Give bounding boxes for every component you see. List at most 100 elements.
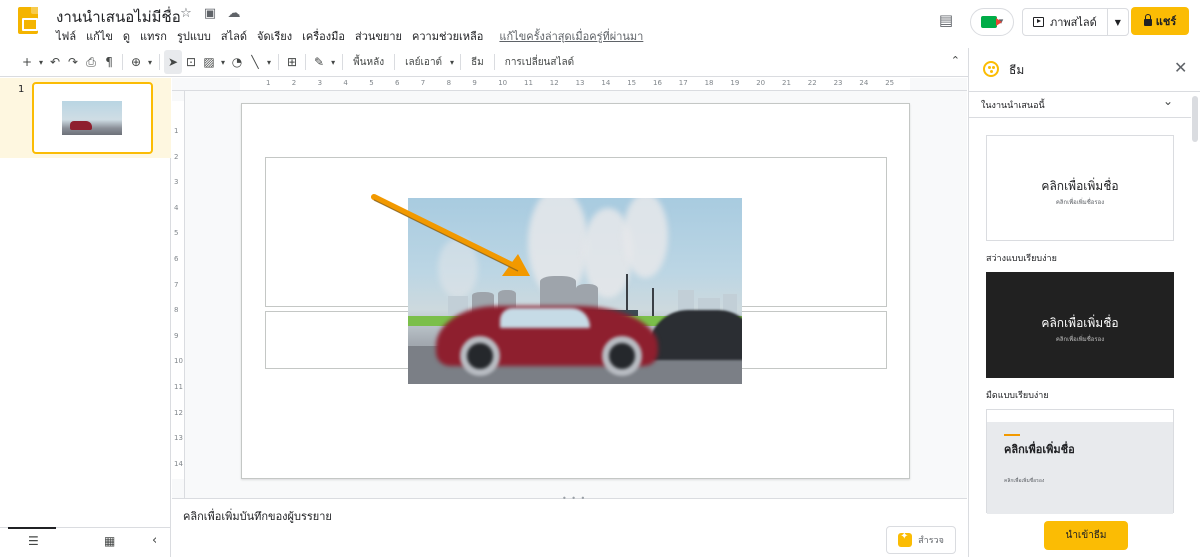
document-title[interactable]: งานนำเสนอไม่มีชื่อ: [56, 5, 181, 29]
toolbar-divider: [394, 54, 396, 70]
menu-arrange[interactable]: จัดเรียง: [252, 27, 297, 45]
panel-scrollbar[interactable]: [1192, 96, 1198, 142]
ruler-tick-label: 7: [420, 79, 426, 87]
layout-button[interactable]: เลย์เอาต์: [399, 50, 448, 74]
background-button[interactable]: พื้นหลัง: [347, 50, 390, 74]
grid-view-icon[interactable]: ▦: [104, 534, 115, 548]
ruler-tick-label: 20: [756, 79, 766, 87]
theme-simple-dark[interactable]: คลิกเพื่อเพิ่มชื่อ คลิกเพื่อเพิ่มชื่อรอง: [986, 272, 1174, 378]
zoom-icon[interactable]: ⊕: [127, 50, 145, 74]
comment-history-icon[interactable]: ▤: [935, 9, 957, 31]
menu-tools[interactable]: เครื่องมือ: [297, 27, 350, 45]
line-icon[interactable]: ╲: [246, 50, 264, 74]
ruler-tick-label: 17: [678, 79, 688, 87]
menu-file[interactable]: ไฟล์: [56, 27, 81, 45]
slide-canvas-area: 1 2 3 4 5 6 7 8 9 10 11 12 13 14 15 16 17 18 19 20 21 22 23 24 2…: [172, 78, 967, 498]
ruler-tick-label: 14: [601, 79, 611, 87]
theme-preview-title: คลิกเพื่อเพิ่มชื่อ: [1041, 316, 1119, 330]
ruler-tick-label: 6: [395, 79, 400, 87]
ruler-tick-label: 10: [174, 357, 183, 366]
slide-canvas[interactable]: [241, 103, 910, 479]
new-slide-icon[interactable]: +: [18, 50, 36, 74]
ruler-tick-label: 9: [472, 79, 477, 87]
slideshow-button-group: ภาพสไลด์ ▼: [1022, 8, 1129, 36]
orange-arrow-annotation[interactable]: [342, 194, 532, 304]
theme-accent-bar: [1004, 434, 1020, 436]
theme-section-label[interactable]: ในงานนำเสนอนี้: [981, 98, 1045, 112]
redo-icon[interactable]: ↷: [64, 50, 82, 74]
filmstrip-view-icon[interactable]: ☰: [8, 527, 56, 548]
meet-button[interactable]: ▾: [970, 8, 1014, 36]
collapse-panel-icon[interactable]: ‹: [152, 533, 157, 548]
present-icon: [1033, 17, 1044, 27]
slideshow-button[interactable]: ภาพสไลด์: [1023, 9, 1108, 35]
share-button[interactable]: แชร์: [1131, 7, 1189, 35]
ruler-tick-label: 1: [174, 127, 179, 135]
undo-icon[interactable]: ↶: [46, 50, 64, 74]
add-comment-icon[interactable]: ⊞: [283, 50, 301, 74]
menu-view[interactable]: ดู: [118, 27, 135, 45]
border-color-icon[interactable]: ✎: [310, 50, 328, 74]
ruler-tick-label: 2: [174, 152, 179, 161]
explore-button[interactable]: สำรวจ: [886, 526, 956, 554]
title-actions: ☆ ▣ ☁: [178, 6, 242, 21]
paint-format-icon[interactable]: ¶: [100, 50, 118, 74]
import-theme-button[interactable]: นำเข้าธีม: [1044, 521, 1128, 550]
chevron-down-icon[interactable]: ⌄: [1163, 94, 1173, 108]
panel-divider: [969, 117, 1191, 118]
menu-insert[interactable]: แทรก: [135, 27, 172, 45]
theme-simple-light[interactable]: คลิกเพื่อเพิ่มชื่อ คลิกเพื่อเพิ่มชื่อรอง: [986, 135, 1174, 241]
theme-button[interactable]: ธีม: [465, 50, 490, 74]
ruler-tick-label: 12: [549, 79, 559, 87]
speaker-notes-placeholder[interactable]: คลิกเพื่อเพิ่มบันทึกของผู้บรรยาย: [183, 507, 332, 525]
print-icon[interactable]: ⎙: [82, 50, 100, 74]
panel-divider: [969, 91, 1200, 92]
select-cursor-icon[interactable]: ➤: [164, 50, 183, 74]
car-wheel: [602, 336, 642, 376]
menu-extensions[interactable]: ส่วนขยาย: [350, 27, 407, 45]
speaker-notes[interactable]: • • • คลิกเพื่อเพิ่มบันทึกของผู้บรรยาย ส…: [172, 494, 967, 557]
ruler-tick-label: 25: [885, 79, 895, 87]
toolbar-divider: [460, 54, 462, 70]
menu-slide[interactable]: สไลด์: [216, 27, 252, 45]
slides-logo-icon[interactable]: [18, 7, 38, 34]
filmstrip-footer: ☰ ▦ ‹: [0, 527, 171, 557]
theme-preview-title: คลิกเพื่อเพิ่มชื่อ: [1041, 179, 1119, 193]
shape-icon[interactable]: ◔: [228, 50, 246, 74]
toolbar-divider: [493, 54, 495, 70]
transition-button[interactable]: การเปลี่ยนสไลด์: [499, 50, 580, 74]
toolbar-border: [0, 76, 968, 77]
theme-streamline[interactable]: คลิกเพื่อเพิ่มชื่อ คลิกเพื่อเพิ่มชื่อรอง: [986, 409, 1174, 514]
insert-image-icon[interactable]: ▨: [200, 50, 218, 74]
collapse-toolbar-icon[interactable]: ⌃: [951, 54, 960, 67]
image-dropdown-icon[interactable]: ▾: [218, 50, 228, 74]
ruler-tick-label: 18: [704, 79, 714, 87]
ruler-tick-label: 2: [291, 79, 297, 87]
move-folder-icon[interactable]: ▣: [202, 6, 218, 21]
zoom-dropdown-icon[interactable]: ▾: [145, 50, 155, 74]
border-color-dropdown-icon[interactable]: ▾: [328, 50, 338, 74]
slide-thumbnail[interactable]: [32, 82, 153, 154]
explore-label: สำรวจ: [918, 536, 944, 546]
menu-edit[interactable]: แก้ไข: [81, 27, 118, 45]
close-icon[interactable]: ✕: [1174, 58, 1187, 77]
ruler-tick-label: 22: [807, 79, 817, 87]
ruler-tick-label: 8: [446, 79, 452, 87]
horizontal-ruler[interactable]: 1 2 3 4 5 6 7 8 9 10 11 12 13 14 15 16 17 18 19 20 21 22 23 24 2…: [172, 78, 967, 91]
star-icon[interactable]: ☆: [178, 6, 194, 21]
layout-dropdown-icon[interactable]: ▾: [448, 50, 456, 74]
vertical-ruler[interactable]: 1 2 3 4 5 6 7 8 9 10 11 12 13 14: [172, 91, 185, 498]
ruler-tick-label: 24: [859, 79, 869, 87]
toolbar-divider: [342, 54, 344, 70]
slideshow-dropdown-icon[interactable]: ▼: [1108, 18, 1128, 27]
notes-resize-handle[interactable]: • • •: [562, 494, 586, 503]
theme-panel-title: ธีม: [1009, 63, 1025, 77]
last-edit-link[interactable]: แก้ไขครั้งล่าสุดเมื่อครู่ที่ผ่านมา: [494, 27, 648, 45]
cloud-status-icon[interactable]: ☁: [226, 6, 242, 21]
ruler-tick-label: 5: [174, 229, 179, 238]
menu-help[interactable]: ความช่วยเหลือ: [407, 27, 488, 45]
new-slide-dropdown-icon[interactable]: ▾: [36, 50, 46, 74]
line-dropdown-icon[interactable]: ▾: [264, 50, 274, 74]
text-box-icon[interactable]: ⊡: [182, 50, 200, 74]
menu-format[interactable]: รูปแบบ: [172, 27, 216, 45]
